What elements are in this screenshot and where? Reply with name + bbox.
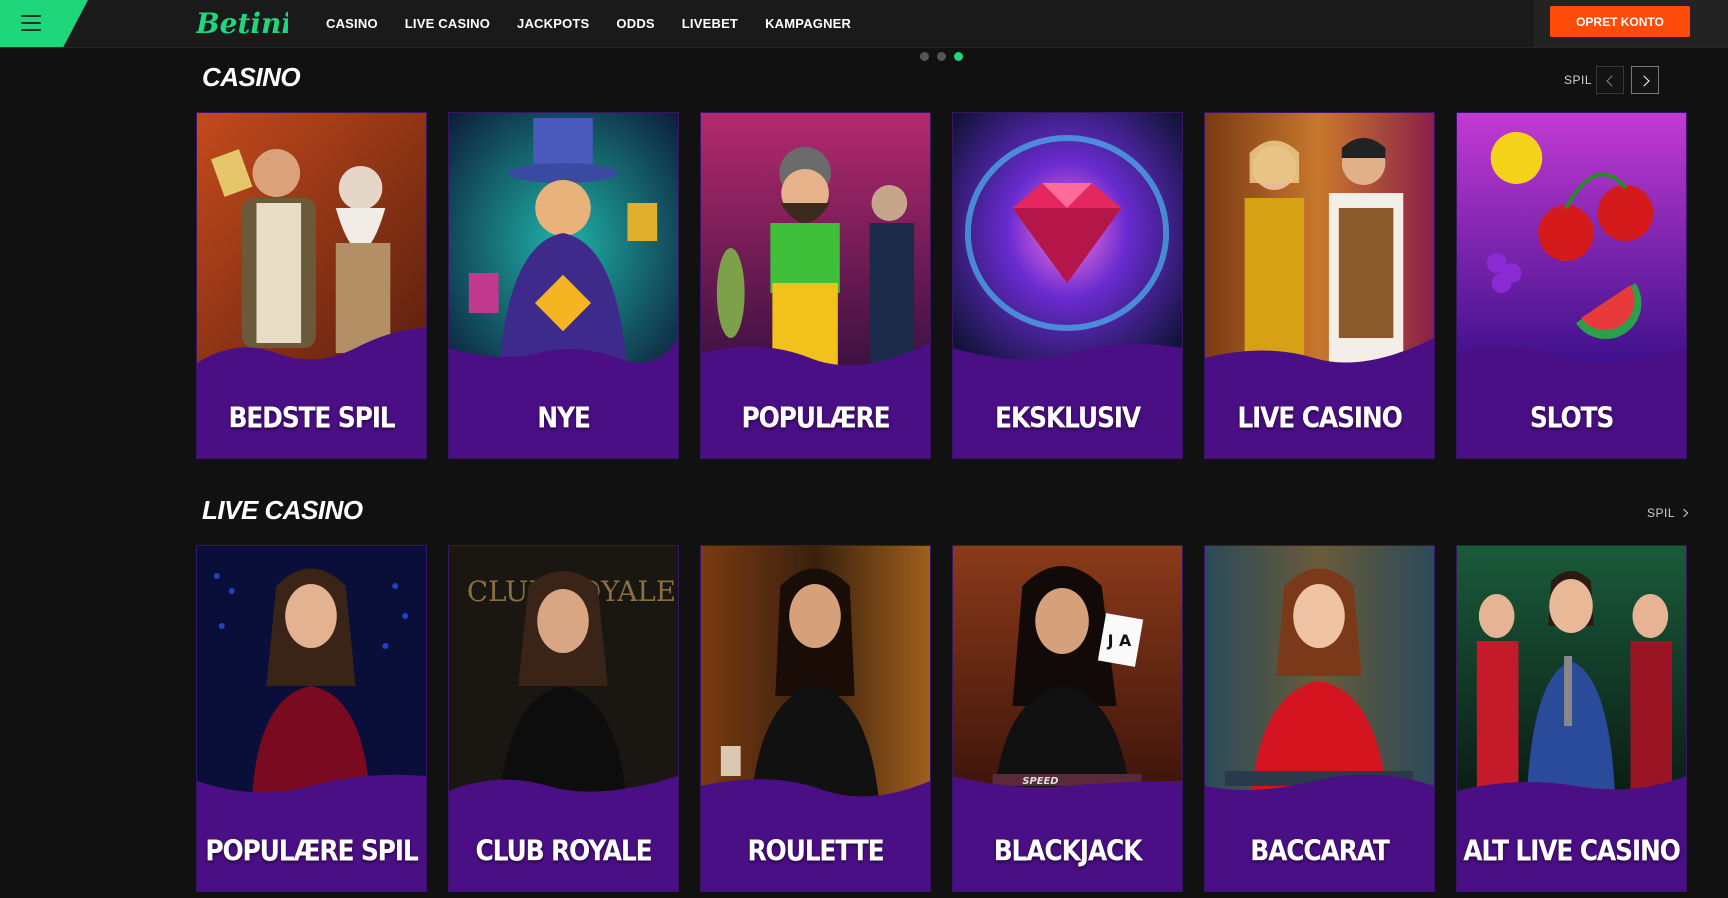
card-alt-live-casino[interactable]: ALT LIVE CASINO <box>1456 545 1687 892</box>
section-title-live-casino: LIVE CASINO <box>198 495 367 526</box>
brand-logo[interactable]: Betinia <box>196 6 288 42</box>
nav-casino[interactable]: CASINO <box>326 16 378 31</box>
card-label: SLOTS <box>1529 400 1615 435</box>
section-title-casino: CASINO <box>198 62 305 93</box>
carousel-dot[interactable] <box>920 52 929 61</box>
carousel-dots <box>920 52 963 61</box>
account-area: OPRET KONTO <box>1534 0 1728 47</box>
card-label: BACCARAT <box>1250 833 1390 868</box>
nav-odds[interactable]: ODDS <box>616 16 654 31</box>
carousel-dot[interactable] <box>937 52 946 61</box>
card-label: ALT LIVE CASINO <box>1463 833 1681 868</box>
carousel-next-button[interactable] <box>1631 66 1659 94</box>
nav-jackpots[interactable]: JACKPOTS <box>517 16 589 31</box>
chevron-right-icon <box>1638 75 1650 87</box>
card-label: POPULÆRE <box>741 400 891 435</box>
card-baccarat[interactable]: BACCARAT <box>1204 545 1435 892</box>
carousel-prev-button[interactable] <box>1596 66 1624 94</box>
card-club-royale[interactable]: CLUB ROYALE CLUB ROYALE <box>448 545 679 892</box>
card-label: BEDSTE SPIL <box>228 400 395 435</box>
card-bedste-spil[interactable]: BEDSTE SPIL <box>196 112 427 459</box>
card-slots[interactable]: SLOTS <box>1456 112 1687 459</box>
hamburger-icon <box>21 15 41 31</box>
nav-livebet[interactable]: LIVEBET <box>682 16 738 31</box>
menu-button[interactable] <box>0 0 88 47</box>
card-populaere-spil[interactable]: POPULÆRE SPIL <box>196 545 427 892</box>
card-label: ROULETTE <box>747 833 885 868</box>
carousel-dot-active[interactable] <box>954 52 963 61</box>
card-label: CLUB ROYALE <box>475 833 653 868</box>
nav-live-casino[interactable]: LIVE CASINO <box>405 16 490 31</box>
svg-text:J A: J A <box>1107 631 1132 650</box>
card-blackjack[interactable]: J A SPEED BLACKJACK <box>952 545 1183 892</box>
card-live-casino[interactable]: LIVE CASINO <box>1204 112 1435 459</box>
nav-kampagner[interactable]: KAMPAGNER <box>765 16 851 31</box>
casino-card-row: BEDSTE SPIL NYE POPULÆRE EKSKLUSIV LIVE … <box>196 112 1687 459</box>
live-casino-see-all-link[interactable]: SPIL <box>1647 506 1689 520</box>
card-label: EKSKLUSIV <box>994 400 1141 435</box>
main-nav: CASINO LIVE CASINO JACKPOTS ODDS LIVEBET… <box>326 0 851 47</box>
top-navigation-bar: Betinia CASINO LIVE CASINO JACKPOTS ODDS… <box>0 0 1728 48</box>
card-label: POPULÆRE SPIL <box>205 833 418 868</box>
live-casino-card-row: POPULÆRE SPIL CLUB ROYALE CLUB ROYALE RO… <box>196 545 1687 892</box>
card-nye[interactable]: NYE <box>448 112 679 459</box>
card-eksklusiv[interactable]: EKSKLUSIV <box>952 112 1183 459</box>
card-roulette[interactable]: ROULETTE <box>700 545 931 892</box>
card-label: LIVE CASINO <box>1237 400 1403 435</box>
register-button[interactable]: OPRET KONTO <box>1550 6 1690 37</box>
card-label: NYE <box>537 400 591 435</box>
card-populaere[interactable]: POPULÆRE <box>700 112 931 459</box>
svg-text:Betinia: Betinia <box>196 7 288 40</box>
chevron-right-icon <box>1679 508 1689 518</box>
card-label: BLACKJACK <box>993 833 1143 868</box>
chevron-left-icon <box>1606 75 1618 87</box>
